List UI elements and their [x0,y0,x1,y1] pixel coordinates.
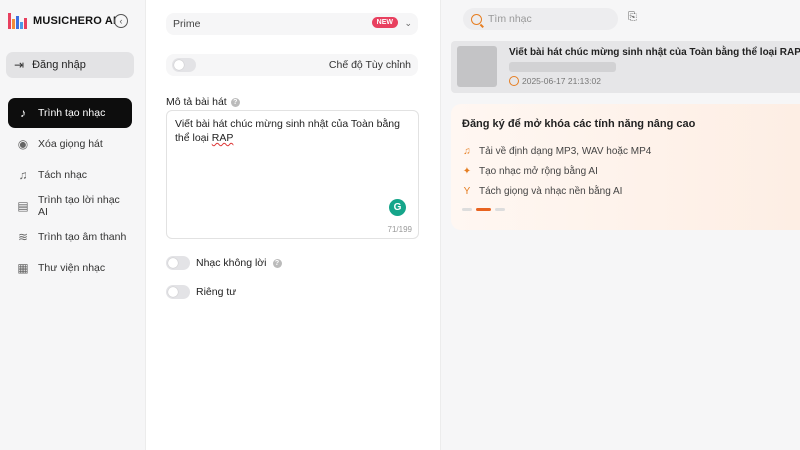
instrumental-label: Nhạc không lời [196,257,267,269]
chevron-down-icon: ⌄ [404,18,412,28]
vocal-remove-icon: ◉ [17,137,29,151]
promo-item: ✦ Tạo nhạc mở rộng bằng AI [462,161,651,181]
song-progress-placeholder [509,62,616,72]
help-icon[interactable]: ? [230,97,240,107]
music-note-icon: ♪ [20,106,26,120]
carousel-dot[interactable] [462,208,472,211]
sidebar-item-label: Xóa giọng hát [38,138,103,150]
description-label: Mô tả bài hát ? [166,96,240,108]
promo-item-label: Tách giọng và nhạc nền bằng AI [479,185,623,197]
sidebar: MUSICHERO AI ‹ ⇥ Đăng nhập ♪ Trình tạo n… [0,0,146,450]
login-button[interactable]: ⇥ Đăng nhập [6,52,134,78]
chevron-left-icon[interactable]: ‹ [114,14,128,28]
history-icon[interactable]: ⎘ [628,11,642,25]
song-card[interactable]: Viết bài hát chúc mừng sinh nhật của Toà… [451,41,800,93]
song-timestamp-text: 2025-06-17 21:13:02 [522,76,601,86]
carousel-dot[interactable] [495,208,505,211]
instrumental-row: Nhạc không lời ? [166,256,282,270]
sound-wave-icon: ≋ [17,230,29,244]
carousel-dots [462,208,505,211]
sidebar-item-label: Thư viện nhạc [38,262,106,274]
private-row: Riêng tư [166,285,236,299]
song-timestamp: 2025-06-17 21:13:02 [509,76,601,86]
login-icon: ⇥ [14,58,25,72]
sidebar-nav: ♪ Trình tạo nhạc ◉ Xóa giọng hát ♫ Tách … [8,98,132,284]
library-icon: ▦ [17,261,29,275]
model-value: Prime [173,18,201,30]
lyrics-icon: ▤ [17,199,29,213]
logo-icon [8,13,27,29]
split-icon: Y [463,185,471,197]
sidebar-item-vocal-remover[interactable]: ◉ Xóa giọng hát [8,129,132,159]
instrumental-toggle[interactable] [166,256,190,270]
carousel-dot-active[interactable] [476,208,491,211]
search-icon [471,13,482,25]
main-panel: Prime NEW ⌄ Chế độ Tùy chỉnh Mô tả bài h… [146,0,439,450]
sidebar-item-label: Trình tạo nhạc [38,107,106,119]
description-text: Viết bài hát chúc mừng sinh nhật của Toà… [175,117,410,145]
music-note-icon: ♫ [463,145,471,157]
search-placeholder: Tìm nhạc [488,13,532,25]
sidebar-item-music-generator[interactable]: ♪ Trình tạo nhạc [8,98,132,128]
char-count: 71/199 [387,225,412,234]
brand-name: MUSICHERO AI [33,15,117,27]
clock-icon [509,76,519,86]
split-icon: ♫ [18,168,28,182]
promo-title: Đăng ký để mở khóa các tính năng nâng ca… [462,118,696,130]
private-label: Riêng tư [196,286,237,298]
custom-mode-label: Chế độ Tùy chỉnh [328,59,411,71]
sidebar-item-label: Trình tạo lời nhạc AI [38,194,120,218]
description-text-flagged: RAP [211,132,234,144]
promo-item-label: Tạo nhạc mở rộng bằng AI [479,165,598,177]
sidebar-item-sound-generator[interactable]: ≋ Trình tạo âm thanh [8,222,132,252]
description-label-text: Mô tả bài hát [166,96,227,108]
magic-wand-icon: ✦ [462,165,472,177]
grammarly-icon[interactable]: G [389,199,406,216]
model-select[interactable]: Prime NEW ⌄ [166,13,418,35]
right-panel: Tìm nhạc ⎘ Viết bài hát chúc mừng sinh n… [440,0,800,450]
private-toggle[interactable] [166,285,190,299]
custom-mode-toggle[interactable] [172,58,196,72]
sidebar-item-music-library[interactable]: ▦ Thư viện nhạc [8,253,132,283]
upgrade-promo[interactable]: Đăng ký để mở khóa các tính năng nâng ca… [451,104,800,230]
login-label: Đăng nhập [32,59,86,71]
song-title: Viết bài hát chúc mừng sinh nhật của Toà… [509,47,800,58]
help-icon[interactable]: ? [272,258,282,268]
sidebar-item-ai-lyrics[interactable]: ▤ Trình tạo lời nhạc AI [8,191,132,221]
sidebar-item-label: Trình tạo âm thanh [38,231,127,243]
new-badge: NEW [371,17,398,28]
custom-mode-row: Chế độ Tùy chỉnh [166,54,418,76]
promo-item-label: Tải về định dạng MP3, WAV hoặc MP4 [479,145,652,157]
sidebar-item-stem-splitter[interactable]: ♫ Tách nhạc [8,160,132,190]
song-thumbnail [457,46,497,87]
promo-item: ♫ Tải về định dạng MP3, WAV hoặc MP4 [462,141,651,161]
logo[interactable]: MUSICHERO AI [8,13,116,29]
promo-item: Y Tách giọng và nhạc nền bằng AI [462,181,651,201]
description-textarea[interactable]: Viết bài hát chúc mừng sinh nhật của Toà… [166,110,419,239]
description-text-main: Viết bài hát chúc mừng sinh nhật của Toà… [175,118,400,144]
search-input[interactable]: Tìm nhạc [463,8,618,30]
sidebar-item-label: Tách nhạc [38,169,88,181]
promo-list: ♫ Tải về định dạng MP3, WAV hoặc MP4 ✦ T… [462,141,652,201]
